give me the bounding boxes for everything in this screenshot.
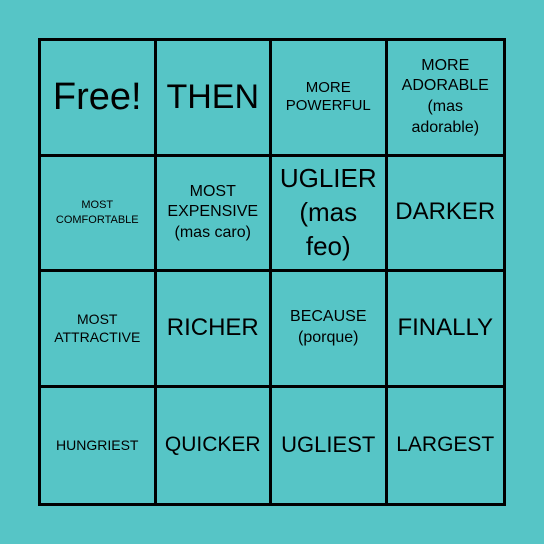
bingo-cell-text: MORE ADORABLE (mas adorable) — [401, 56, 489, 137]
bingo-board: Free! THEN MORE POWERFUL MORE ADORABLE (mas… — [38, 38, 506, 506]
bingo-cell-text: HUNGRIEST — [56, 437, 139, 454]
bingo-cell[interactable]: DARKER — [387, 157, 503, 272]
bingo-cell-text: RICHER — [166, 313, 259, 341]
bingo-cell[interactable]: RICHER — [156, 272, 272, 388]
bingo-cell-text: MOST EXPENSIVE (mas caro) — [167, 182, 259, 242]
bingo-cell[interactable]: MOST ATTRACTIVE — [41, 272, 157, 388]
bingo-cell-text: FINALLY — [397, 313, 494, 341]
bingo-cell[interactable]: THEN — [156, 41, 272, 157]
bingo-cell[interactable]: LARGEST — [388, 388, 504, 504]
bingo-cell-text: BECAUSE (porque) — [290, 308, 367, 347]
bingo-cell-text: DARKER — [395, 198, 496, 226]
bingo-cell-text: LARGEST — [396, 433, 495, 457]
bingo-cell-text: UGLIER (mas feo) — [279, 163, 377, 261]
bingo-cell[interactable]: MORE ADORABLE (mas adorable) — [387, 41, 503, 157]
bingo-cell[interactable]: MORE POWERFUL — [272, 41, 388, 157]
bingo-cell[interactable]: UGLIEST — [272, 387, 388, 503]
bingo-cell-text: MOST ATTRACTIVE — [54, 311, 141, 346]
bingo-cell[interactable]: HUNGRIEST — [41, 387, 157, 503]
bingo-cell-text: MOST COMFORTABLE — [55, 199, 139, 226]
bingo-cell[interactable]: MOST COMFORTABLE — [41, 156, 157, 272]
bingo-cell-free[interactable]: Free! — [41, 41, 157, 157]
bingo-cell-text: UGLIEST — [281, 431, 376, 457]
bingo-cell[interactable]: UGLIER (mas feo) — [272, 156, 388, 272]
bingo-cell[interactable]: MOST EXPENSIVE (mas caro) — [156, 156, 272, 272]
bingo-cell[interactable]: QUICKER — [157, 387, 272, 503]
bingo-cell-text: THEN — [166, 78, 260, 117]
bingo-cell-text: Free! — [52, 75, 142, 118]
bingo-cell[interactable]: FINALLY — [387, 272, 503, 388]
bingo-cell-text: MORE POWERFUL — [285, 78, 371, 115]
bingo-cell-text: QUICKER — [164, 433, 261, 457]
bingo-cell[interactable]: BECAUSE (porque) — [272, 272, 388, 388]
